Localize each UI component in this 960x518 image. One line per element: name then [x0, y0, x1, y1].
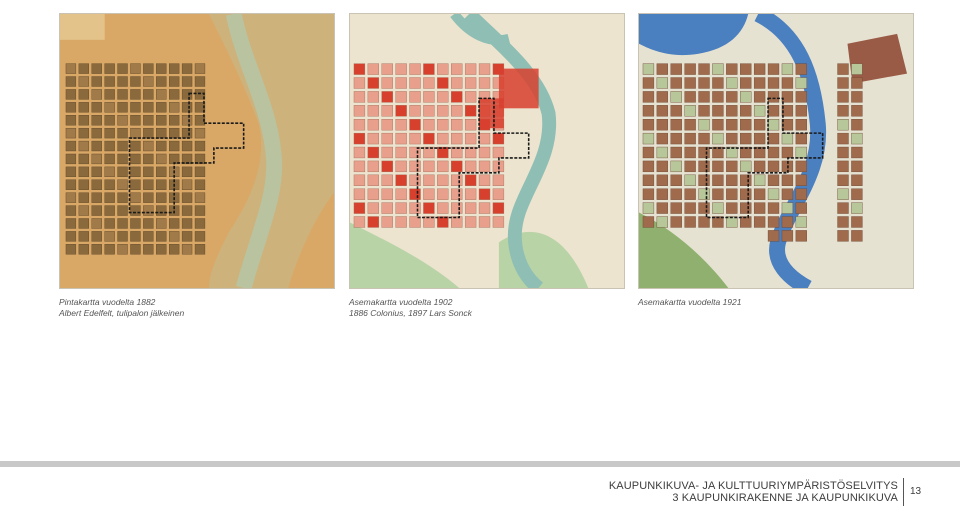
page-number: 13: [910, 486, 922, 497]
footer-heading: KAUPUNKIKUVA- JA KULTTUURIYMPÄRISTÖSELVI…: [609, 480, 898, 504]
map-1902-caption-credit: 1886 Colonius, 1897 Lars Sonck: [349, 308, 472, 318]
map-1921: [638, 13, 914, 289]
footer-divider: [903, 478, 904, 506]
map-1882-caption-credit: Albert Edelfelt, tulipalon jälkeinen: [59, 308, 185, 318]
map-1882-caption: Pintakartta vuodelta 1882 Albert Edelfel…: [59, 297, 339, 319]
map-1921-caption-title: Asemakartta vuodelta 1921: [638, 297, 742, 307]
map-1882-image: [60, 14, 334, 288]
map-1882-caption-title: Pintakartta vuodelta 1882: [59, 297, 156, 307]
map-1882-street-grid: [65, 63, 206, 255]
map-1882: [59, 13, 335, 289]
map-1902-caption: Asemakartta vuodelta 1902 1886 Colonius,…: [349, 297, 629, 319]
footer-report-title: KAUPUNKIKUVA- JA KULTTUURIYMPÄRISTÖSELVI…: [608, 480, 898, 492]
map-1921-caption: Asemakartta vuodelta 1921: [638, 297, 918, 308]
map-1921-image: [639, 14, 913, 288]
footer-section-title: 3 KAUPUNKIRAKENNE JA KAUPUNKIKUVA: [672, 492, 898, 504]
map-1902-image: [350, 14, 624, 288]
map-1902-caption-title: Asemakartta vuodelta 1902: [349, 297, 453, 307]
footer-bar: [0, 461, 960, 467]
map-1902: [349, 13, 625, 289]
